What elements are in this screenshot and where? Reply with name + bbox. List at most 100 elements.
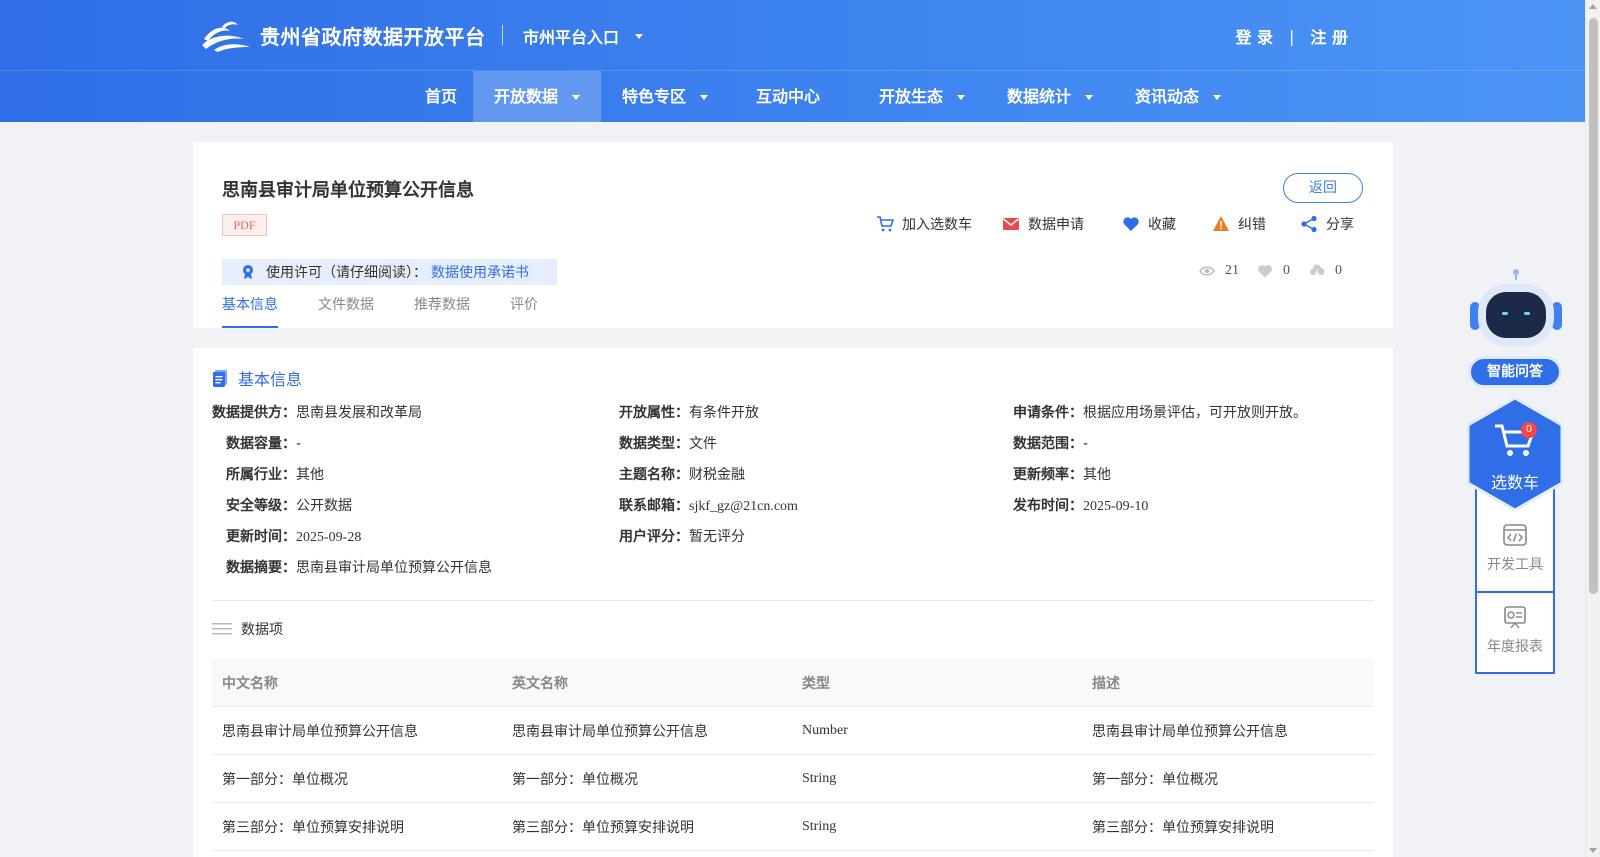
dev-tools-label: 开发工具 (1487, 557, 1543, 573)
register-link[interactable]: 注 册 (1310, 24, 1348, 48)
dev-tools-button[interactable]: 开发工具 (1475, 522, 1555, 574)
cart-hexagon[interactable] (1465, 396, 1565, 512)
field-value: 思南县发展和改革局 (296, 405, 422, 421)
stats-bar: 21 0 0 (193, 263, 1393, 281)
cart-label: 选数车 (1490, 473, 1539, 492)
field-email: 联系邮箱：sjkf_gz@21cn.com (619, 495, 798, 515)
field-label: 用户评分： (619, 529, 689, 545)
field-value: 文件 (689, 436, 717, 452)
field-frequency: 更新频率：其他 (1013, 464, 1111, 484)
nav-item-news[interactable]: 资讯动态 (1114, 71, 1242, 123)
section-title: 基本信息 (212, 366, 302, 390)
favorite-button[interactable]: 收藏 (1122, 214, 1176, 234)
field-value: sjkf_gz@21cn.com (689, 499, 798, 514)
tab-basic-info[interactable]: 基本信息 (222, 292, 278, 328)
field-value: 根据应用场景评估，可开放则开放。 (1083, 405, 1307, 421)
tab-recommended[interactable]: 推荐数据 (414, 292, 470, 328)
chevron-down-icon (1213, 94, 1221, 100)
annual-report-label: 年度报表 (1487, 639, 1543, 655)
share-label: 分享 (1326, 217, 1354, 233)
add-cart-button[interactable]: 加入选数车 (876, 214, 972, 234)
field-label: 更新频率： (1013, 467, 1083, 483)
table-cell: 思南县审计局单位预算公开信息 (512, 723, 708, 740)
field-value: 其他 (296, 467, 324, 483)
field-rating: 用户评分：暂无评分 (619, 526, 745, 546)
tab-file-data[interactable]: 文件数据 (318, 292, 374, 328)
field-security: 安全等级：公开数据 (226, 495, 352, 515)
nav-item-label: 资讯动态 (1134, 87, 1199, 106)
data-apply-button[interactable]: 数据申请 (1002, 214, 1084, 234)
eye-icon (1199, 266, 1215, 276)
table-row: 思南县审计局单位预算公开信息 思南县审计局单位预算公开信息 Number 思南县… (212, 707, 1374, 755)
dataset-header-card: 思南县审计局单位预算公开信息 PDF 返回 加入选数车 数据申请 收藏 纠错 分… (193, 142, 1393, 328)
nav-item-open-data[interactable]: 开放数据 (473, 71, 601, 123)
nav-item-ecosystem[interactable]: 开放生态 (858, 71, 986, 123)
basic-info-card: 基本信息 数据提供方：思南县发展和改革局 数据容量：- 所属行业：其他 安全等级… (193, 348, 1393, 857)
nav-item-label: 特色专区 (621, 87, 686, 106)
field-label: 数据容量： (226, 436, 296, 452)
view-count-value: 21 (1225, 263, 1239, 278)
logo-icon (202, 21, 250, 52)
field-label: 所属行业： (226, 467, 296, 483)
site-logo[interactable]: 贵州省政府数据开放平台 (200, 17, 486, 53)
section-title-label: 基本信息 (238, 370, 303, 389)
heart-icon (1258, 265, 1272, 278)
robot-assistant-icon[interactable] (1468, 268, 1564, 348)
field-theme: 主题名称：财税金融 (619, 464, 745, 484)
table-cell: Number (802, 722, 848, 738)
cart-icon (877, 216, 894, 232)
field-apply-condition: 申请条件：根据应用场景评估，可开放则开放。 (1013, 402, 1307, 422)
scroll-down-arrow-icon[interactable] (1589, 848, 1597, 853)
chevron-down-icon (635, 33, 644, 39)
city-entry-dropdown[interactable]: 市州平台入口 (523, 24, 644, 48)
field-value: 2025-09-28 (296, 530, 362, 545)
scrollbar-thumb[interactable] (1589, 18, 1598, 594)
table-header-row: 中文名称 英文名称 类型 描述 (212, 659, 1374, 707)
table-cell: 第一部分：单位概况 (222, 771, 348, 788)
field-value: - (1083, 436, 1089, 452)
field-data-range: 数据范围：- (1013, 433, 1088, 453)
field-value: 公开数据 (296, 498, 352, 514)
auth-links: 登 录 | 注 册 (1235, 24, 1348, 48)
header-divider (502, 25, 503, 45)
scroll-up-arrow-icon[interactable] (1589, 4, 1597, 9)
table-cell: 第一部分：单位概况 (512, 771, 638, 788)
back-button[interactable]: 返回 (1283, 173, 1363, 203)
field-value: 思南县审计局单位预算公开信息 (296, 560, 492, 576)
nav-item-label: 首页 (424, 87, 457, 106)
nav-item-label: 互动中心 (755, 87, 820, 106)
field-label: 联系邮箱： (619, 498, 689, 514)
data-items-label: 数据项 (241, 622, 283, 638)
data-items-table: 中文名称 英文名称 类型 描述 思南县审计局单位预算公开信息 思南县审计局单位预… (212, 659, 1374, 851)
field-label: 数据范围： (1013, 436, 1083, 452)
field-value: - (296, 436, 302, 452)
nav-item-special-zone[interactable]: 特色专区 (601, 71, 729, 123)
tab-rating[interactable]: 评价 (510, 292, 538, 328)
table-header-cell: 类型 (802, 675, 830, 692)
field-update-time: 更新时间：2025-09-28 (226, 526, 361, 546)
login-link[interactable]: 登 录 (1235, 24, 1273, 48)
field-label: 开放属性： (619, 405, 689, 421)
field-label: 主题名称： (619, 467, 689, 483)
top-header: 贵州省政府数据开放平台 市州平台入口 登 录 | 注 册 (0, 0, 1585, 70)
code-icon (1503, 524, 1527, 546)
report-error-button[interactable]: 纠错 (1212, 214, 1266, 234)
download-count: 0 (1309, 263, 1342, 279)
nav-item-statistics[interactable]: 数据统计 (986, 71, 1114, 123)
field-label: 数据类型： (619, 436, 689, 452)
smart-qa-button[interactable]: 智能问答 (1468, 356, 1562, 388)
share-button[interactable]: 分享 (1300, 214, 1354, 234)
field-value: 2025-09-10 (1083, 499, 1149, 514)
table-header-cell: 英文名称 (512, 675, 568, 692)
chevron-down-icon (1085, 94, 1093, 100)
report-error-label: 纠错 (1238, 217, 1266, 233)
city-entry-label: 市州平台入口 (523, 28, 620, 47)
table-row: 第三部分：单位预算安排说明 第三部分：单位预算安排说明 String 第三部分：… (212, 803, 1374, 851)
field-value: 暂无评分 (689, 529, 745, 545)
page-scrollbar[interactable] (1585, 0, 1600, 857)
nav-item-label: 开放数据 (493, 87, 558, 106)
field-industry: 所属行业：其他 (226, 464, 324, 484)
field-value: 有条件开放 (689, 405, 759, 421)
annual-report-button[interactable]: 年度报表 (1475, 604, 1555, 656)
nav-item-interaction[interactable]: 互动中心 (730, 71, 846, 123)
